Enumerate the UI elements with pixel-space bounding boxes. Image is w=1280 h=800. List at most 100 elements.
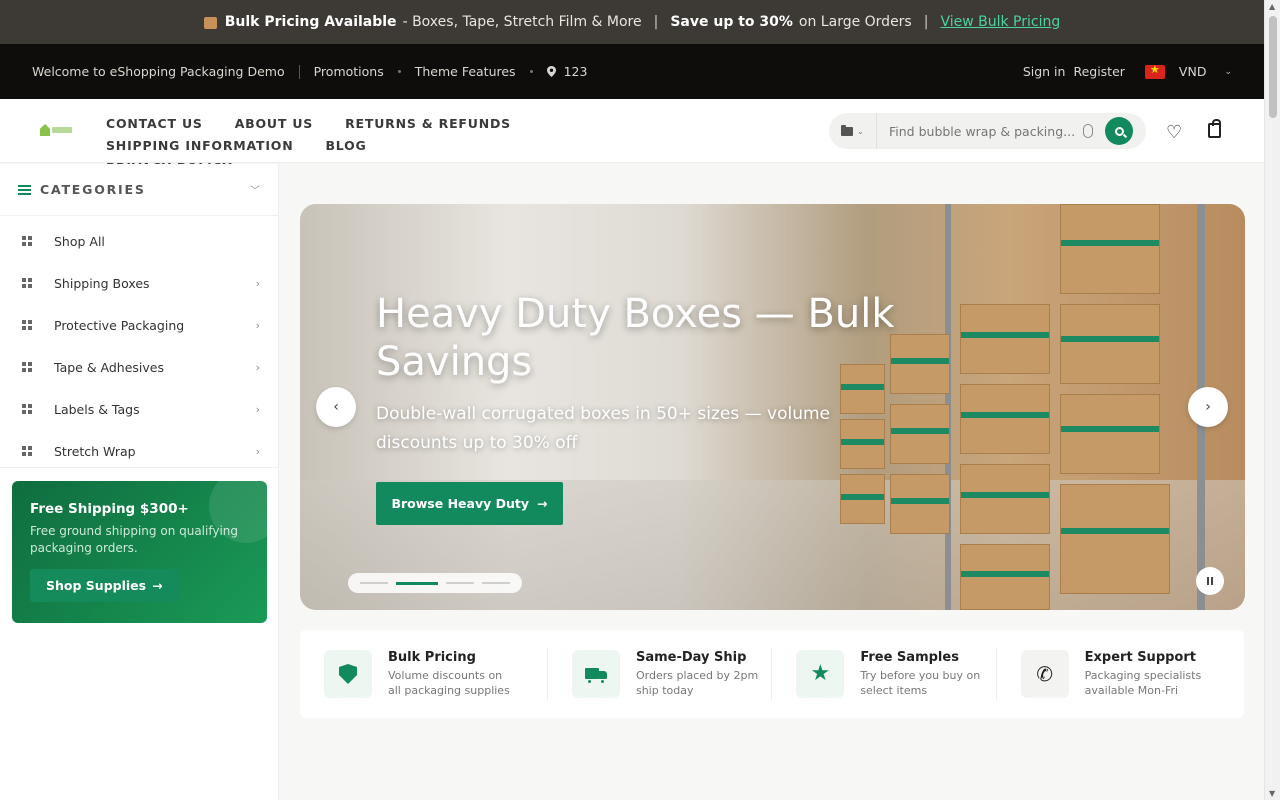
nav-shipping-information[interactable]: SHIPPING INFORMATION bbox=[106, 135, 293, 157]
cardboard-box bbox=[890, 404, 950, 464]
category-labels-tags[interactable]: Labels & Tags › bbox=[0, 388, 278, 430]
phone-icon: ✆ bbox=[1020, 650, 1069, 698]
slide-dot[interactable] bbox=[482, 582, 510, 584]
grid-icon bbox=[22, 236, 32, 246]
slider-pause-button[interactable] bbox=[1196, 567, 1224, 595]
shop-supplies-button[interactable]: Shop Supplies → bbox=[30, 569, 179, 602]
grid-icon bbox=[22, 404, 32, 414]
truck-icon bbox=[571, 650, 620, 698]
slider-pagination bbox=[348, 573, 522, 593]
categories-header[interactable]: CATEGORIES ﹀ bbox=[0, 164, 278, 216]
category-list: Shop All Shipping Boxes › Protective Pac… bbox=[0, 216, 278, 472]
vietnam-flag-icon bbox=[1144, 63, 1165, 79]
divider-dot bbox=[529, 70, 533, 73]
slide-dot[interactable] bbox=[446, 582, 474, 584]
feature-title: Free Samples bbox=[860, 650, 959, 665]
grid-icon bbox=[22, 320, 32, 330]
cardboard-box bbox=[1060, 304, 1160, 384]
promo-title: Free Shipping $300+ bbox=[30, 501, 189, 517]
star-icon: ★ bbox=[796, 650, 845, 698]
shield-check-icon bbox=[324, 650, 372, 698]
cardboard-box bbox=[840, 419, 885, 469]
microphone-icon[interactable] bbox=[1083, 124, 1093, 138]
package-icon bbox=[203, 17, 217, 29]
nav-about-us[interactable]: ABOUT US bbox=[235, 113, 313, 135]
cardboard-box bbox=[1060, 394, 1160, 474]
scroll-up-arrow-icon[interactable]: ▲ bbox=[1269, 2, 1275, 11]
cardboard-box bbox=[960, 464, 1050, 534]
page-scrollbar[interactable]: ▲ ▼ bbox=[1264, 0, 1280, 800]
categories-sidebar: CATEGORIES ﹀ Shop All Shipping Boxes › P… bbox=[0, 164, 279, 800]
category-label: Tape & Adhesives bbox=[54, 359, 165, 375]
category-shipping-boxes[interactable]: Shipping Boxes › bbox=[0, 262, 278, 304]
top-utility-bar: Welcome to eShopping Packaging Demo Prom… bbox=[0, 44, 1264, 99]
nav-blog[interactable]: BLOG bbox=[325, 135, 366, 157]
divider bbox=[0, 467, 278, 468]
slide-dot-active[interactable] bbox=[396, 581, 438, 585]
announcement-bar: Bulk Pricing Available - Boxes, Tape, St… bbox=[0, 0, 1264, 44]
cardboard-box bbox=[960, 384, 1050, 454]
feature-title: Bulk Pricing bbox=[388, 650, 476, 665]
grid-icon bbox=[22, 362, 32, 372]
divider-dot bbox=[397, 70, 401, 73]
menu-icon bbox=[18, 184, 31, 195]
category-shop-all[interactable]: Shop All bbox=[0, 220, 278, 262]
wishlist-heart-icon[interactable]: ♡ bbox=[1166, 122, 1182, 143]
category-label: Labels & Tags bbox=[54, 401, 140, 417]
location-pin-icon bbox=[546, 66, 556, 77]
divider bbox=[298, 64, 300, 79]
hero-title: Heavy Duty Boxes — Bulk Savings bbox=[376, 291, 895, 385]
cta-label: Browse Heavy Duty bbox=[391, 496, 530, 511]
feature-title: Same-Day Ship bbox=[635, 650, 747, 665]
category-label: Protective Packaging bbox=[54, 317, 185, 333]
scroll-down-arrow-icon[interactable]: ▼ bbox=[1269, 789, 1275, 798]
category-stretch-wrap[interactable]: Stretch Wrap › bbox=[0, 430, 278, 472]
feature-title: Expert Support bbox=[1084, 650, 1196, 665]
cardboard-box bbox=[840, 474, 885, 524]
slider-prev-button[interactable]: ‹ bbox=[316, 387, 356, 427]
view-bulk-pricing-link[interactable]: View Bulk Pricing bbox=[940, 14, 1060, 30]
cardboard-box bbox=[960, 544, 1050, 610]
category-tape-adhesives[interactable]: Tape & Adhesives › bbox=[0, 346, 278, 388]
register-link[interactable]: Register bbox=[1073, 64, 1124, 79]
arrow-right-icon: → bbox=[152, 578, 163, 593]
chevron-down-icon[interactable]: ⌄ bbox=[1224, 67, 1232, 77]
announcement-separator-2: | bbox=[923, 14, 929, 30]
welcome-text: Welcome to eShopping Packaging Demo bbox=[32, 64, 285, 79]
scrollbar-thumb[interactable] bbox=[1269, 16, 1277, 118]
search-button[interactable] bbox=[1105, 117, 1133, 145]
cardboard-box bbox=[960, 304, 1050, 374]
folder-icon bbox=[841, 124, 854, 136]
cardboard-box bbox=[1060, 484, 1170, 594]
categories-title: CATEGORIES bbox=[40, 182, 146, 197]
promotions-link[interactable]: Promotions bbox=[314, 64, 384, 79]
location-link[interactable]: 123 bbox=[564, 64, 588, 79]
chevron-left-icon: ‹ bbox=[333, 399, 339, 415]
grid-icon bbox=[22, 278, 32, 288]
site-logo[interactable] bbox=[40, 123, 74, 137]
currency-selector[interactable]: VND bbox=[1179, 64, 1207, 79]
chevron-down-icon: ⌄ bbox=[857, 126, 864, 136]
announcement-save-rest: on Large Orders bbox=[798, 14, 912, 30]
search-icon bbox=[1114, 126, 1124, 136]
slider-next-button[interactable]: › bbox=[1188, 387, 1228, 427]
browse-heavy-duty-button[interactable]: Browse Heavy Duty → bbox=[376, 482, 563, 525]
theme-features-link[interactable]: Theme Features bbox=[415, 64, 516, 79]
chevron-down-icon[interactable]: ﹀ bbox=[250, 182, 260, 197]
cart-bag-icon[interactable] bbox=[1208, 119, 1221, 138]
main-header: CONTACT US ABOUT US RETURNS & REFUNDS SHIPP… bbox=[0, 99, 1264, 175]
sign-in-link[interactable]: Sign in bbox=[1023, 64, 1066, 79]
search-category-dropdown[interactable]: ⌄ bbox=[829, 113, 877, 149]
announcement-separator: | bbox=[653, 14, 659, 30]
search-input[interactable] bbox=[877, 123, 1077, 139]
nav-contact-us[interactable]: CONTACT US bbox=[106, 113, 203, 135]
nav-returns-refunds[interactable]: RETURNS & REFUNDS bbox=[345, 113, 511, 135]
announcement-detail: - Boxes, Tape, Stretch Film & More bbox=[402, 14, 642, 30]
cardboard-box bbox=[1060, 204, 1160, 294]
hero-slider: Heavy Duty Boxes — Bulk Savings Double-w… bbox=[300, 204, 1245, 610]
feature-text: Volume discounts on all packaging suppli… bbox=[388, 669, 510, 697]
slide-dot[interactable] bbox=[360, 582, 388, 584]
feature-expert-support: ✆ Expert Support Packaging specialists a… bbox=[995, 648, 1220, 700]
category-protective-packaging[interactable]: Protective Packaging › bbox=[0, 304, 278, 346]
announcement-lead: Bulk Pricing Available bbox=[224, 14, 397, 30]
